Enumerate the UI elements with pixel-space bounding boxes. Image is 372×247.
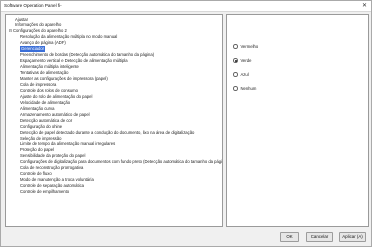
tree-item-label: Alimentação curva [20, 105, 55, 111]
software-operation-panel-window: Software Operation Panel fi- ✕ Ajustar In… [0, 0, 372, 247]
tree-item[interactable]: Manter as configurações de impressora (p… [20, 76, 108, 82]
tree-item-label: Ajuste do rolo de alimentação do papel [20, 93, 93, 99]
tree-item[interactable]: Sensibilidade da proteção do papel [20, 153, 85, 159]
close-icon[interactable]: ✕ [360, 2, 369, 10]
options-panel: Vermelho Verde Azul Nenhum [226, 14, 369, 227]
tree-item[interactable]: Armazenamento automático de papel [20, 112, 90, 118]
radio-unchecked-icon[interactable] [233, 72, 238, 77]
tree-item-label: Modo de manutenção a troca voluntária [20, 177, 94, 183]
tree-item[interactable]: Controle de separação automática [20, 183, 84, 189]
tree-item-label: Configuração do ohine [20, 123, 63, 129]
tree-item-suffix: 2 [63, 28, 67, 34]
tree-item-label: Controle dos rolos de consumo [20, 87, 78, 93]
tree-item[interactable]: Tentativas de alimentação [20, 70, 68, 76]
tree-item[interactable]: Detecção automática de cor [20, 118, 72, 124]
tree-item-label: Controle de separação automática [20, 183, 85, 189]
option-row[interactable]: Nenhum [233, 85, 256, 92]
tree-item[interactable]: Limite de tempo da alimentação manual ir… [20, 141, 115, 147]
option-row[interactable]: Verde [233, 57, 251, 64]
tree-item-label: Preenchimento de bordas (Detecção automá… [20, 52, 155, 58]
tree-item-selected[interactable]: Gerenciador [18, 45, 47, 53]
title-bar: Software Operation Panel fi- ✕ [1, 1, 371, 12]
option-label: Vermelho [240, 44, 259, 49]
tree-item-label: Seleção de impressão [20, 135, 62, 141]
tree-item[interactable]: Cola de impressora [20, 82, 56, 88]
tree-item-label: Controle de empilhamento [20, 189, 70, 195]
tree-item-label: Detecção automática de cor [20, 117, 73, 123]
tree-item-label: Armazenamento automático de papel [20, 111, 90, 117]
tree-item[interactable]: Controle dos rolos de consumo [20, 88, 78, 94]
tree-item[interactable]: Preenchimento de bordas (Detecção automá… [20, 52, 154, 58]
tree-item-label: Tentativas de alimentação [20, 70, 69, 76]
tree-item[interactable]: Velocidade de alimentação [20, 100, 70, 106]
tree-item-label: Sensibilidade da proteção do papel [20, 153, 86, 159]
option-label: Azul [240, 72, 249, 77]
tree-item-label: Proteção do papel [20, 147, 54, 153]
tree-item[interactable]: Informações do aparelho [15, 22, 61, 28]
ok-button[interactable]: OK [280, 232, 299, 242]
option-label: Verde [240, 58, 252, 63]
tree-item-label: Espaçamento vertical e Detecção de alime… [20, 58, 128, 64]
tree-item-label: Configurações de digitalização para docu… [20, 159, 223, 165]
tree-item[interactable]: Alimentação múltipla inteligente [20, 64, 79, 70]
tree-item-label: Detecção de papel detectado durante a co… [20, 129, 195, 135]
tree-item-label: Cola de impressora [20, 81, 57, 87]
tree-item[interactable]: Detecção de papel detectado durante a co… [20, 130, 194, 136]
tree-item[interactable]: Configuração do ohine [20, 124, 62, 130]
tree-item-label: Controle de fluxo [20, 171, 52, 177]
tree-item-label: Informações do aparelho [15, 22, 62, 28]
window-title: Software Operation Panel fi- [4, 3, 62, 8]
option-row[interactable]: Azul [233, 71, 249, 78]
radio-unchecked-icon[interactable] [233, 44, 238, 49]
tree-item-label: Alimentação múltipla inteligente [20, 64, 79, 70]
tree-item-label: Ajustar [15, 16, 29, 22]
tree-item-label: Avanço de página (ADF) [20, 40, 66, 46]
tree-item[interactable]: Configurações de digitalização para docu… [20, 159, 223, 165]
tree-item-label: Resolução da alimentação múltipla no mod… [20, 34, 118, 40]
tree-item[interactable]: Proteção do papel [20, 147, 54, 153]
option-label: Nenhum [240, 86, 257, 91]
tree-item[interactable]: Espaçamento vertical e Detecção de alime… [20, 58, 128, 64]
tree-item-label: Manter as configurações de impressora (p… [20, 76, 108, 81]
tree-item[interactable]: Alimentação curva [20, 106, 54, 112]
tree-item[interactable]: Ajuste do rolo de alimentação do papel [20, 94, 92, 100]
tree-item[interactable]: Modo de manutenção a troca voluntária [20, 177, 94, 183]
radio-checked-icon[interactable] [233, 58, 238, 63]
tree-item[interactable]: Ajustar [15, 17, 28, 23]
tree-item[interactable]: Controle de fluxo [20, 171, 52, 177]
tree-item-label: Cola de reconstrução prorrogativa [20, 165, 84, 171]
tree-item[interactable]: Controle de empilhamento [20, 189, 69, 195]
settings-tree: Ajustar Informações do aparelho ⊟Configura… [5, 14, 223, 227]
tree-item[interactable]: Cola de reconstrução prorrogativa [20, 165, 83, 171]
tree-item-label: Gerenciador [18, 45, 47, 53]
apply-button[interactable]: Aplicar (A) [339, 232, 366, 242]
tree-item[interactable]: ⊟Configurações do aparelho 2 [8, 28, 67, 34]
tree-item-label: Velocidade de alimentação [20, 99, 71, 105]
cancel-button[interactable]: Cancelar [306, 232, 333, 242]
option-row[interactable]: Vermelho [233, 43, 258, 50]
tree-item-label: Configurações do aparelho [13, 28, 64, 34]
tree-item[interactable]: Resolução da alimentação múltipla no mod… [20, 34, 117, 40]
tree-item[interactable]: Avanço de página (ADF) [20, 40, 66, 46]
radio-unchecked-icon[interactable] [233, 86, 238, 91]
tree-item-label: Limite de tempo da alimentação manual ir… [20, 141, 116, 147]
tree-item[interactable]: Seleção de impressão [20, 136, 61, 142]
